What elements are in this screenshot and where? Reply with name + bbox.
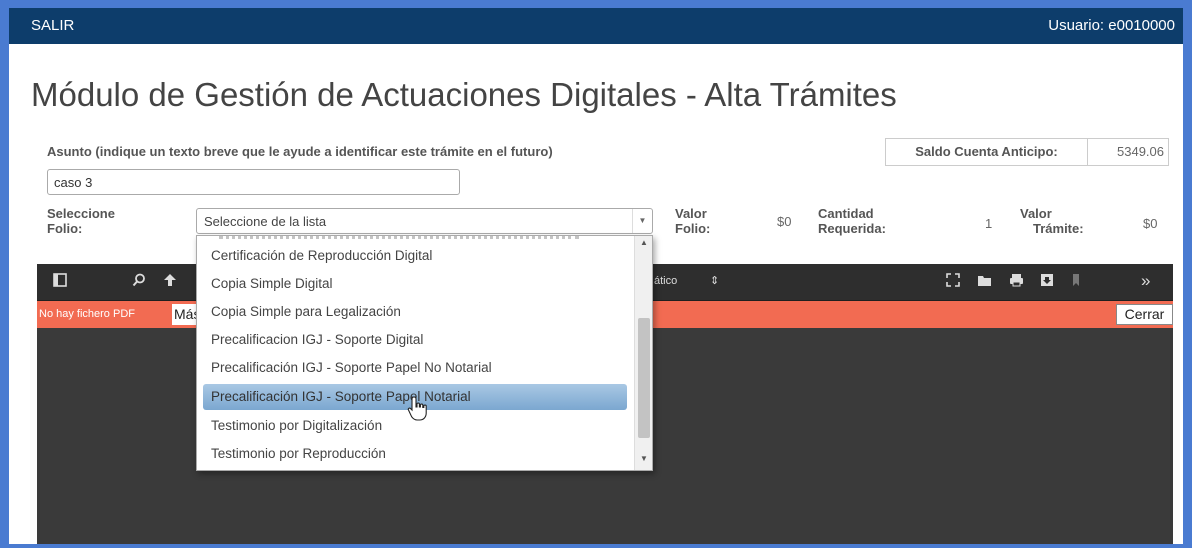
scrollbar-thumb[interactable] [638, 318, 650, 438]
valor-tramite-value: $0 [1143, 216, 1158, 231]
cantidad-label-line2: Requerida: [818, 221, 886, 236]
saldo-label: Saldo Cuenta Anticipo: [886, 139, 1088, 165]
bookmark-icon[interactable] [1071, 273, 1081, 291]
folio-label-line2: Folio: [47, 221, 83, 236]
dropdown-option[interactable]: Precalificacion IGJ - Soporte Digital [203, 328, 627, 352]
page-title: Módulo de Gestión de Actuaciones Digital… [31, 76, 897, 113]
hand-cursor-icon [407, 396, 427, 421]
close-button[interactable]: Cerrar [1116, 304, 1173, 325]
folio-dropdown-list: Certificación de Reproducción Digital Co… [196, 235, 653, 471]
cantidad-value: 1 [985, 216, 993, 231]
top-bar: SALIR Usuario: e0010000 [9, 8, 1183, 44]
print-icon[interactable] [1009, 273, 1024, 291]
salir-link[interactable]: SALIR [31, 17, 74, 34]
scroll-down-icon[interactable]: ▼ [635, 454, 652, 463]
valor-folio-label: Valor Folio: [675, 206, 710, 236]
arrow-up-icon[interactable] [163, 273, 177, 291]
dropdown-option[interactable]: Testimonio por Reproducción [203, 442, 627, 466]
valor-tramite-label-line1: Valor [1020, 206, 1052, 221]
scroll-up-icon[interactable]: ▲ [635, 238, 652, 247]
saldo-value: 5349.06 [1117, 144, 1164, 159]
dropdown-option[interactable]: Precalificación IGJ - Soporte Papel No N… [203, 356, 627, 380]
error-message: No hay fichero PDF [39, 308, 135, 320]
user-label: Usuario: e0010000 [1048, 17, 1175, 34]
asunto-label: Asunto (indique un texto breve que le ay… [47, 144, 553, 159]
dropdown-option[interactable]: Copia Simple para Legalización [203, 300, 627, 324]
dropdown-option[interactable]: Copia Simple Digital [203, 272, 627, 296]
folio-label: Seleccione Folio: [47, 206, 115, 236]
folio-select-value: Seleccione de la lista [204, 214, 327, 229]
chevron-down-icon[interactable]: ▼ [632, 209, 652, 233]
zoom-arrows-icon[interactable]: ⇕ [710, 274, 719, 287]
valor-folio-value: $0 [777, 214, 792, 229]
cantidad-label: Cantidad Requerida: [818, 206, 886, 236]
folio-select[interactable]: Seleccione de la lista ▼ [196, 208, 653, 234]
valor-tramite-label: Valor Trámite: [1020, 206, 1084, 236]
valor-folio-label-line1: Valor [675, 206, 707, 221]
search-icon[interactable] [132, 273, 146, 291]
fullscreen-icon[interactable] [946, 273, 960, 291]
partial-option-above [219, 236, 579, 240]
valor-tramite-label-line2: Trámite: [1033, 221, 1084, 236]
app-frame: SALIR Usuario: e0010000 Módulo de Gestió… [9, 8, 1183, 544]
zoom-select-label[interactable]: ático [654, 275, 677, 287]
download-icon[interactable] [1040, 273, 1054, 291]
cantidad-label-line1: Cantidad [818, 206, 874, 221]
sidebar-toggle-icon[interactable] [53, 273, 67, 291]
asunto-input[interactable] [47, 169, 460, 195]
saldo-box: Saldo Cuenta Anticipo: 5349.06 [885, 138, 1169, 166]
double-chevron-right-icon[interactable]: » [1141, 271, 1150, 291]
dropdown-scrollbar[interactable]: ▲ ▼ [634, 236, 652, 470]
folio-label-line1: Seleccione [47, 206, 115, 221]
valor-folio-label-line2: Folio: [675, 221, 711, 236]
open-file-icon[interactable] [977, 273, 992, 291]
dropdown-option[interactable]: Certificación de Reproducción Digital [203, 244, 627, 268]
